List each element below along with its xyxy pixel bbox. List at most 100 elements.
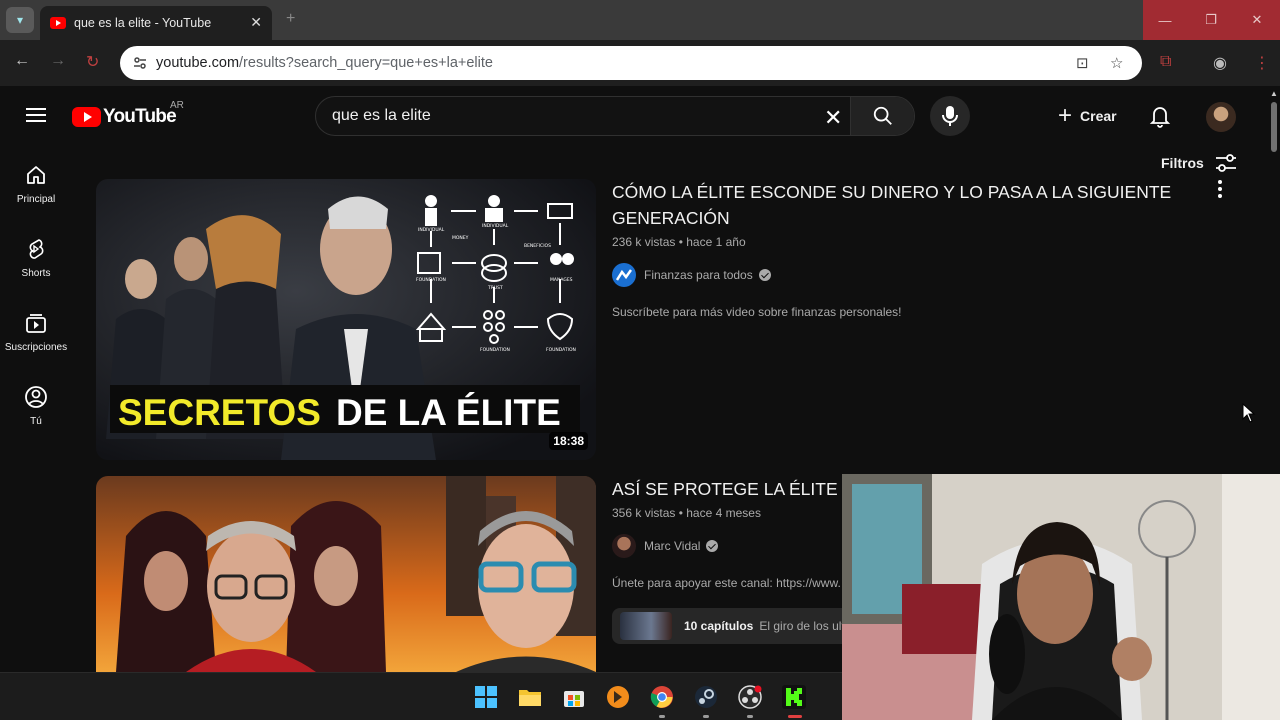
youtube-logo[interactable]: YouTube bbox=[72, 106, 177, 128]
new-tab-icon[interactable]: + bbox=[286, 10, 295, 28]
install-app-icon[interactable]: ⊡ bbox=[1076, 54, 1089, 72]
thumbnail-caption-white: DE LA ÉLITE bbox=[336, 392, 561, 433]
youtube-favicon-icon bbox=[50, 17, 66, 29]
bookmark-star-icon[interactable]: ☆ bbox=[1110, 54, 1123, 72]
video-duration: 18:38 bbox=[549, 432, 588, 450]
video-thumbnail[interactable] bbox=[96, 476, 596, 672]
scroll-thumb[interactable] bbox=[1271, 102, 1277, 152]
video-stats: 236 k vistas • hace 1 año bbox=[612, 235, 746, 249]
reload-icon[interactable]: ↻ bbox=[86, 52, 99, 72]
channel-avatar[interactable] bbox=[612, 534, 636, 558]
voice-search-button[interactable] bbox=[930, 96, 970, 136]
channel-avatar[interactable] bbox=[612, 263, 636, 287]
webcam-overlay bbox=[842, 474, 1280, 720]
mouse-cursor-icon bbox=[1242, 403, 1256, 423]
restore-icon[interactable]: ❐ bbox=[1188, 0, 1234, 40]
clear-search-icon[interactable]: ✕ bbox=[824, 105, 842, 131]
search-box: que es la elite ✕ bbox=[315, 96, 915, 136]
tab-group-chevron-icon[interactable]: ▾ bbox=[6, 7, 34, 33]
country-code: AR bbox=[170, 100, 184, 111]
search-input[interactable]: que es la elite bbox=[332, 107, 431, 125]
browser-tab[interactable]: que es la elite - YouTube ✕ bbox=[40, 6, 272, 40]
channel-logo-icon bbox=[616, 269, 632, 281]
windows-start-icon[interactable] bbox=[474, 685, 498, 709]
running-indicator bbox=[703, 715, 709, 718]
webcam-image bbox=[842, 474, 1280, 720]
diagram-label: TRUST bbox=[487, 285, 503, 291]
menu-icon[interactable] bbox=[26, 108, 46, 122]
profile-icon[interactable]: ◉ bbox=[1213, 53, 1227, 73]
filters-button[interactable]: Filtros bbox=[1161, 153, 1238, 173]
browser-tab-bar: ▾ que es la elite - YouTube ✕ + — ❐ ✕ bbox=[0, 0, 1280, 40]
chrome-icon[interactable] bbox=[650, 685, 674, 709]
fl-studio-icon[interactable] bbox=[606, 685, 630, 709]
sidebar-item-shorts[interactable]: Shorts bbox=[0, 237, 72, 279]
scroll-up-icon[interactable]: ▲ bbox=[1270, 89, 1278, 98]
shorts-icon bbox=[29, 239, 44, 259]
home-icon bbox=[27, 166, 45, 184]
filters-label: Filtros bbox=[1161, 155, 1204, 171]
channel-name[interactable]: Finanzas para todos bbox=[644, 268, 753, 282]
subscriptions-icon bbox=[26, 314, 46, 333]
account-avatar[interactable] bbox=[1206, 102, 1236, 132]
sidebar-item-you[interactable]: Tú bbox=[0, 385, 72, 427]
diagram-label: INDIVIDUAL bbox=[418, 227, 445, 233]
browser-menu-icon[interactable]: ⋮ bbox=[1254, 53, 1270, 73]
sidebar-item-home[interactable]: Principal bbox=[0, 163, 72, 205]
steam-icon[interactable] bbox=[694, 685, 718, 709]
address-bar[interactable]: youtube.com/results?search_query=que+es+… bbox=[120, 46, 1142, 80]
channel-row[interactable]: Marc Vidal bbox=[612, 534, 842, 558]
extensions-icon[interactable]: ⧉ bbox=[1160, 53, 1171, 71]
video-title[interactable]: ASÍ SE PROTEGE LA ÉLITE ¿C bbox=[612, 476, 842, 502]
video-description: Suscríbete para más video sobre finanzas… bbox=[612, 305, 902, 319]
thumbnail-caption-yellow: SECRETOS bbox=[118, 392, 321, 433]
thumbnail-image bbox=[96, 476, 596, 672]
verified-badge-icon bbox=[706, 540, 719, 552]
diagram-label: MANAGES bbox=[550, 277, 573, 283]
channel-row[interactable]: Finanzas para todos bbox=[612, 263, 1172, 287]
video-thumbnail[interactable]: INDIVIDUAL MONEY INDIVIDUAL BENEFICIOS F… bbox=[96, 179, 596, 460]
youtube-header: YouTube AR que es la elite ✕ + Crear bbox=[0, 86, 1268, 144]
verified-badge-icon bbox=[758, 269, 771, 281]
youtube-play-icon bbox=[72, 107, 101, 127]
active-indicator bbox=[788, 715, 802, 718]
minimize-icon[interactable]: — bbox=[1142, 0, 1188, 40]
microsoft-store-icon[interactable] bbox=[562, 685, 586, 709]
search-icon bbox=[873, 106, 892, 125]
chapter-thumbnail bbox=[620, 612, 672, 640]
diagram-label: FOUNDATION bbox=[480, 347, 510, 353]
back-icon[interactable]: ← bbox=[14, 52, 30, 70]
sidebar-item-label: Principal bbox=[16, 194, 56, 205]
chapters-count: 10 capítulos bbox=[684, 619, 754, 633]
thumbnail-image: INDIVIDUAL MONEY INDIVIDUAL BENEFICIOS F… bbox=[96, 179, 596, 460]
kick-icon[interactable] bbox=[782, 685, 806, 709]
video-stats: 356 k vistas • hace 4 meses bbox=[612, 506, 761, 520]
sidebar-item-subscriptions[interactable]: Suscripciones bbox=[0, 311, 72, 353]
create-label: Crear bbox=[1080, 108, 1117, 124]
you-icon bbox=[25, 386, 47, 408]
running-indicator bbox=[659, 715, 665, 718]
diagram-label: MONEY bbox=[452, 235, 469, 241]
close-window-icon[interactable]: ✕ bbox=[1234, 0, 1280, 40]
forward-icon[interactable]: → bbox=[50, 52, 66, 70]
close-tab-icon[interactable]: ✕ bbox=[250, 14, 262, 31]
channel-name[interactable]: Marc Vidal bbox=[644, 539, 700, 553]
url-text: youtube.com/results?search_query=que+es+… bbox=[156, 55, 493, 71]
video-title[interactable]: CÓMO LA ÉLITE ESCONDE SU DINERO Y LO PAS… bbox=[612, 179, 1172, 231]
site-info-icon[interactable] bbox=[132, 55, 148, 71]
os-taskbar bbox=[0, 672, 842, 720]
video-meta: ASÍ SE PROTEGE LA ÉLITE ¿C 356 k vistas … bbox=[612, 476, 842, 644]
create-button[interactable]: + Crear bbox=[1046, 96, 1129, 136]
obs-icon[interactable] bbox=[738, 685, 762, 709]
more-actions-icon[interactable] bbox=[1218, 180, 1222, 201]
file-explorer-icon[interactable] bbox=[518, 685, 542, 709]
chapter-title: El giro de los ultr bbox=[759, 619, 842, 633]
diagram-label: FOUNDATION bbox=[546, 347, 576, 353]
video-description: Únete para apoyar este canal: https://ww… bbox=[612, 576, 841, 590]
video-meta: CÓMO LA ÉLITE ESCONDE SU DINERO Y LO PAS… bbox=[612, 179, 1172, 319]
chapters-row[interactable]: 10 capítulos El giro de los ultr bbox=[612, 608, 842, 644]
plus-icon: + bbox=[1058, 102, 1073, 129]
notifications-bell-icon[interactable] bbox=[1148, 104, 1172, 128]
search-button[interactable] bbox=[850, 97, 914, 135]
filter-sliders-icon bbox=[1215, 154, 1236, 172]
